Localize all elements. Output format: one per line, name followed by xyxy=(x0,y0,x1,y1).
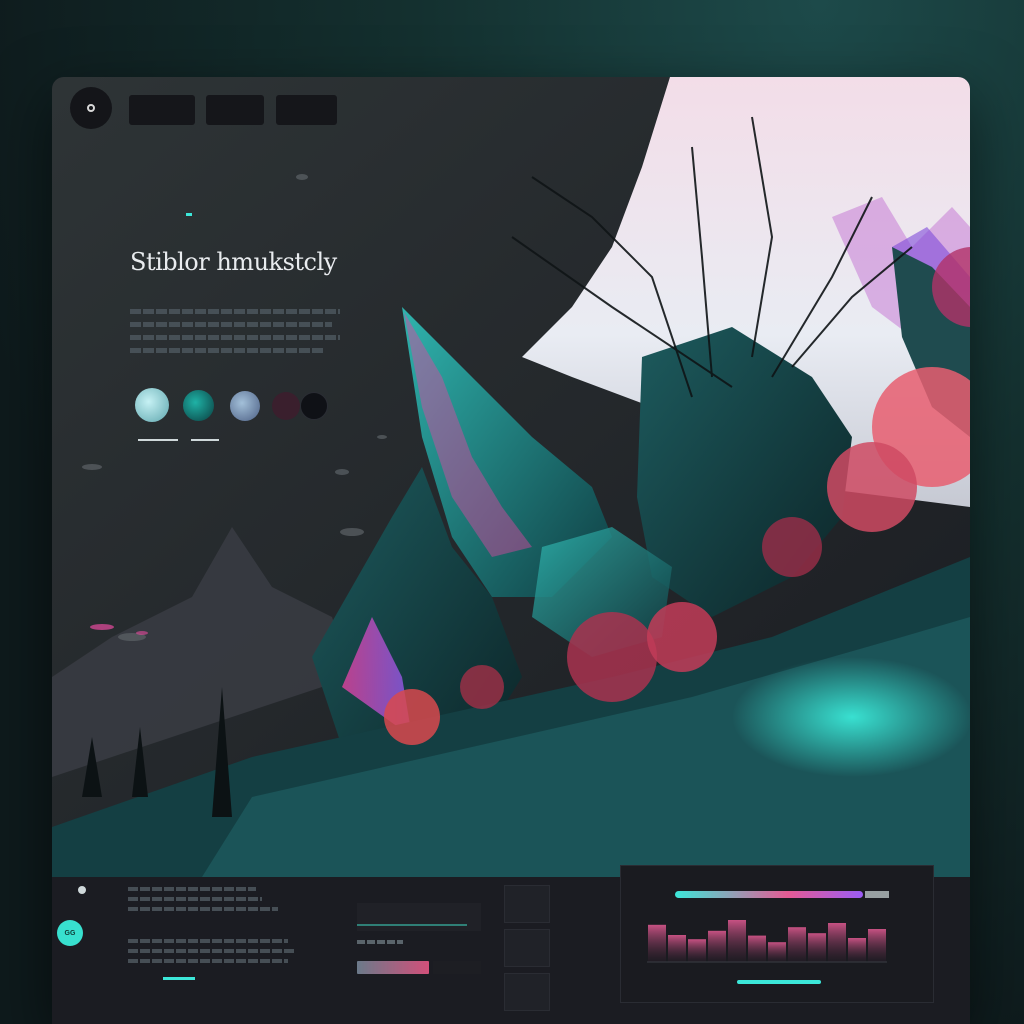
footer-heading-line-1 xyxy=(128,887,256,891)
color-swatch-black[interactable] xyxy=(300,392,328,420)
chart-bar xyxy=(748,935,766,962)
chart-bar xyxy=(768,942,786,962)
circle-logo-icon xyxy=(87,104,95,112)
footer-heading-line-3 xyxy=(128,907,278,911)
nav-button-3[interactable] xyxy=(276,95,337,125)
color-swatch-teal[interactable] xyxy=(183,390,214,421)
swatch-underline-2 xyxy=(191,439,219,441)
footer-body-line-2 xyxy=(128,949,294,953)
color-swatch-blue[interactable] xyxy=(230,391,260,421)
logo-button[interactable] xyxy=(70,87,112,129)
footer-link[interactable] xyxy=(163,977,195,980)
top-navigation xyxy=(52,77,970,141)
chart-range-slider[interactable] xyxy=(737,980,821,984)
footer-body-line-1 xyxy=(128,939,288,943)
input-helper-text xyxy=(357,940,403,944)
footer-section: GG xyxy=(52,857,970,1024)
footer-body-line-3 xyxy=(128,959,288,963)
dot-icon xyxy=(78,886,86,894)
chart-bar xyxy=(848,938,866,962)
thumbnail-3[interactable] xyxy=(504,973,550,1011)
thumbnail-2[interactable] xyxy=(504,929,550,967)
hero-artwork xyxy=(52,77,970,877)
accent-marker xyxy=(186,213,192,216)
chart-bar xyxy=(648,924,666,962)
chart-panel xyxy=(620,865,934,1003)
form-input-box[interactable] xyxy=(357,903,481,931)
swatch-underline-1 xyxy=(138,439,178,441)
primary-gradient-button[interactable] xyxy=(357,961,429,974)
footer-heading-line-2 xyxy=(128,897,262,901)
hero-paragraph xyxy=(130,309,340,361)
chat-badge[interactable]: GG xyxy=(57,920,83,946)
chart-bar xyxy=(668,935,686,962)
input-underline xyxy=(357,924,467,926)
nav-button-2[interactable] xyxy=(206,95,264,125)
chart-bar xyxy=(808,933,826,962)
color-swatch-plum[interactable] xyxy=(272,392,300,420)
chart-highlight-bar xyxy=(675,891,863,898)
chart-bar xyxy=(828,923,846,962)
chart-bar xyxy=(708,930,726,962)
chart-highlight-end xyxy=(865,891,889,898)
hero-title: Stiblor hmukstcly xyxy=(130,248,337,276)
color-swatch-mint[interactable] xyxy=(135,388,169,422)
nav-link-4[interactable] xyxy=(450,95,510,125)
chart-bar xyxy=(788,927,806,962)
secondary-button[interactable] xyxy=(433,961,481,974)
chart-bar xyxy=(868,929,886,962)
chart-bar xyxy=(728,920,746,962)
chart-bar xyxy=(688,939,706,962)
chart xyxy=(647,891,889,984)
thumbnail-1[interactable] xyxy=(504,885,550,923)
nav-button-1[interactable] xyxy=(129,95,195,125)
app-window: Stiblor hmukstcly GG xyxy=(52,77,970,1024)
